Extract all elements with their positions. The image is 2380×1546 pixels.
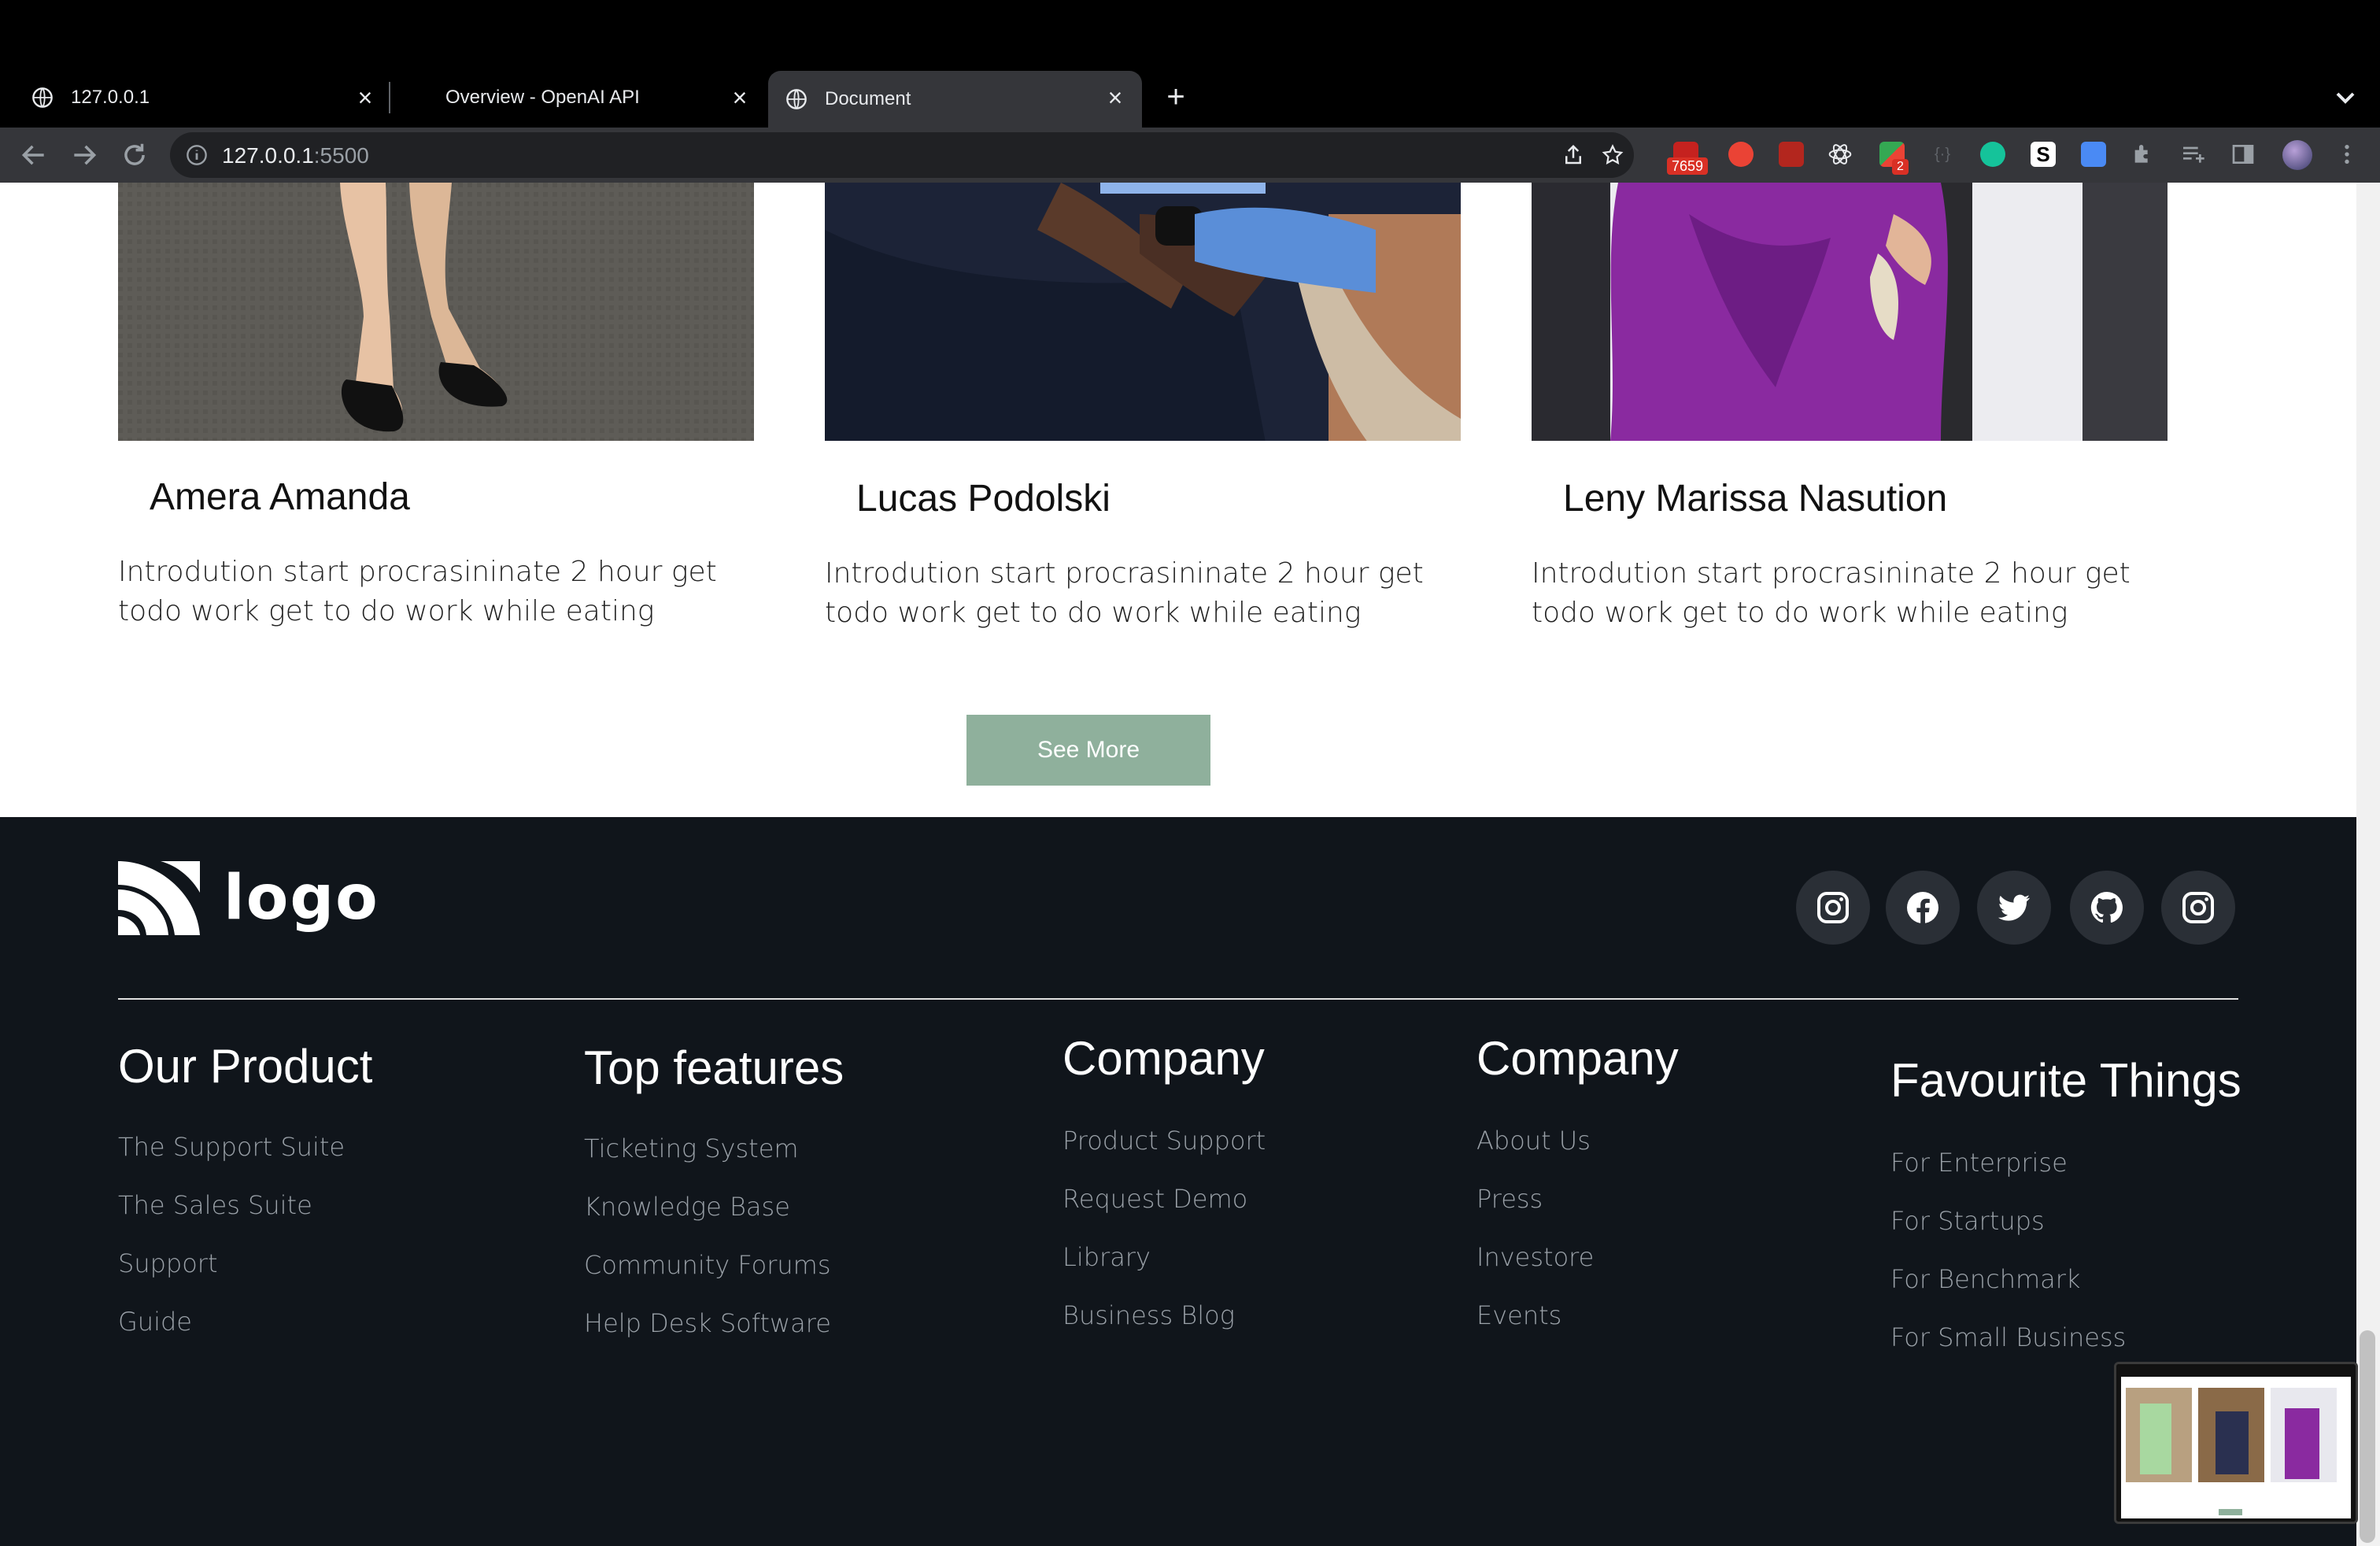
footer-link[interactable]: The Sales Suite xyxy=(118,1190,312,1220)
card-description: Introdution start procrasininate 2 hour … xyxy=(118,556,717,627)
facebook-icon[interactable] xyxy=(1886,871,1960,945)
reading-list-icon[interactable] xyxy=(2180,142,2205,167)
back-arrow-icon[interactable] xyxy=(19,140,49,170)
notes-count-badge: 2 xyxy=(1892,159,1909,175)
see-more-button[interactable]: See More xyxy=(966,715,1210,786)
footer-link[interactable]: For Benchmark xyxy=(1890,1264,2080,1294)
s-extension-icon[interactable]: S xyxy=(2031,142,2056,167)
tab-title: Overview - OpenAI API xyxy=(445,87,640,108)
card-photo-leny xyxy=(1532,183,2168,441)
bookmark-star-icon[interactable] xyxy=(1601,143,1624,167)
footer-link[interactable]: Help Desk Software xyxy=(584,1308,831,1338)
card-photo-amera xyxy=(118,183,754,441)
docs-extension-icon[interactable] xyxy=(2081,142,2106,167)
footer-link[interactable]: About Us xyxy=(1476,1126,1591,1156)
close-tab-icon[interactable]: × xyxy=(727,85,752,110)
adblock-extension-icon[interactable] xyxy=(1728,142,1754,167)
extensions-puzzle-icon[interactable] xyxy=(2130,142,2155,167)
instagram-icon[interactable] xyxy=(2161,871,2235,945)
card-name: Leny Marissa Nasution xyxy=(1563,478,1948,520)
tab-title: Document xyxy=(825,88,911,109)
site-footer: logo Our Product The Support Suite The S… xyxy=(0,817,2356,1546)
footer-link[interactable]: Knowledge Base xyxy=(584,1192,790,1222)
grammarly-icon[interactable] xyxy=(1980,142,2005,167)
footer-link[interactable]: For Enterprise xyxy=(1890,1148,2068,1178)
browser-toolbar: 127.0.0.1:5500 7659 2 {·} S xyxy=(0,128,2380,183)
globe-icon xyxy=(32,87,53,108)
logo-text[interactable]: logo xyxy=(224,863,379,934)
scrollbar-thumb[interactable] xyxy=(2360,1330,2375,1543)
footer-link[interactable]: Product Support xyxy=(1062,1126,1266,1156)
footer-column-title: Favourite Things xyxy=(1890,1054,2241,1107)
twitter-icon[interactable] xyxy=(1977,871,2051,945)
card-photo-lucas xyxy=(825,183,1461,441)
card-description: Introdution start procrasininate 2 hour … xyxy=(825,557,1424,629)
tab-title: 127.0.0.1 xyxy=(71,87,150,108)
footer-link[interactable]: For Small Business xyxy=(1890,1322,2126,1352)
footer-link[interactable]: Events xyxy=(1476,1300,1561,1330)
footer-link[interactable]: Guide xyxy=(118,1307,192,1337)
card-name: Lucas Podolski xyxy=(856,478,1111,520)
share-icon[interactable] xyxy=(1561,143,1585,167)
card-name: Amera Amanda xyxy=(150,476,410,518)
tab-document-active[interactable]: Document × xyxy=(768,71,1142,128)
page-viewport: Amera Amanda Introdution start procrasin… xyxy=(0,183,2356,1546)
image-extension-icon[interactable] xyxy=(1779,142,1804,167)
tab-openai-overview[interactable]: Overview - OpenAI API × xyxy=(445,71,752,124)
globe-icon xyxy=(786,89,807,109)
react-devtools-icon[interactable] xyxy=(1828,142,1853,167)
url-host: 127.0.0.1 xyxy=(222,143,314,168)
chevron-down-icon[interactable] xyxy=(2330,82,2361,113)
footer-link[interactable]: Press xyxy=(1476,1184,1543,1214)
json-viewer-icon[interactable]: {·} xyxy=(1930,142,1955,167)
footer-column-title: Company xyxy=(1062,1032,1265,1085)
footer-column-title: Our Product xyxy=(118,1040,373,1093)
tab-localhost[interactable]: 127.0.0.1 × xyxy=(31,71,378,124)
new-tab-button[interactable]: + xyxy=(1160,81,1192,113)
profile-avatar[interactable] xyxy=(2282,140,2312,170)
reload-icon[interactable] xyxy=(120,140,150,170)
forward-arrow-icon[interactable] xyxy=(69,140,99,170)
site-info-icon[interactable] xyxy=(186,144,208,166)
side-panel-icon[interactable] xyxy=(2230,142,2256,167)
browser-tab-strip: 127.0.0.1 × Overview - OpenAI API × Docu… xyxy=(0,0,2380,128)
footer-link[interactable]: Community Forums xyxy=(584,1250,831,1280)
footer-link[interactable]: For Startups xyxy=(1890,1206,2045,1236)
tab-separator xyxy=(389,82,390,113)
close-tab-icon[interactable]: × xyxy=(1103,85,1128,110)
url-port: :5500 xyxy=(313,143,369,168)
card-description: Introdution start procrasininate 2 hour … xyxy=(1532,557,2131,629)
footer-column-title: Company xyxy=(1476,1032,1679,1085)
footer-link[interactable]: Ticketing System xyxy=(584,1134,799,1163)
more-menu-icon[interactable] xyxy=(2334,142,2360,167)
footer-link[interactable]: Business Blog xyxy=(1062,1300,1235,1330)
footer-link[interactable]: Request Demo xyxy=(1062,1184,1247,1214)
instagram-icon[interactable] xyxy=(1796,871,1870,945)
screenshot-preview-thumbnail[interactable] xyxy=(2114,1362,2358,1524)
url-text[interactable]: 127.0.0.1:5500 xyxy=(222,143,369,168)
address-bar[interactable]: 127.0.0.1:5500 xyxy=(170,132,1634,178)
mail-count-badge: 7659 xyxy=(1667,157,1709,175)
close-tab-icon[interactable]: × xyxy=(353,85,378,110)
github-icon[interactable] xyxy=(2070,871,2144,945)
footer-link[interactable]: The Support Suite xyxy=(118,1132,345,1162)
footer-link[interactable]: Support xyxy=(118,1248,218,1278)
footer-link[interactable]: Investore xyxy=(1476,1242,1594,1272)
footer-link[interactable]: Library xyxy=(1062,1242,1151,1272)
footer-column-title: Top features xyxy=(584,1041,844,1094)
footer-divider xyxy=(118,998,2238,1000)
